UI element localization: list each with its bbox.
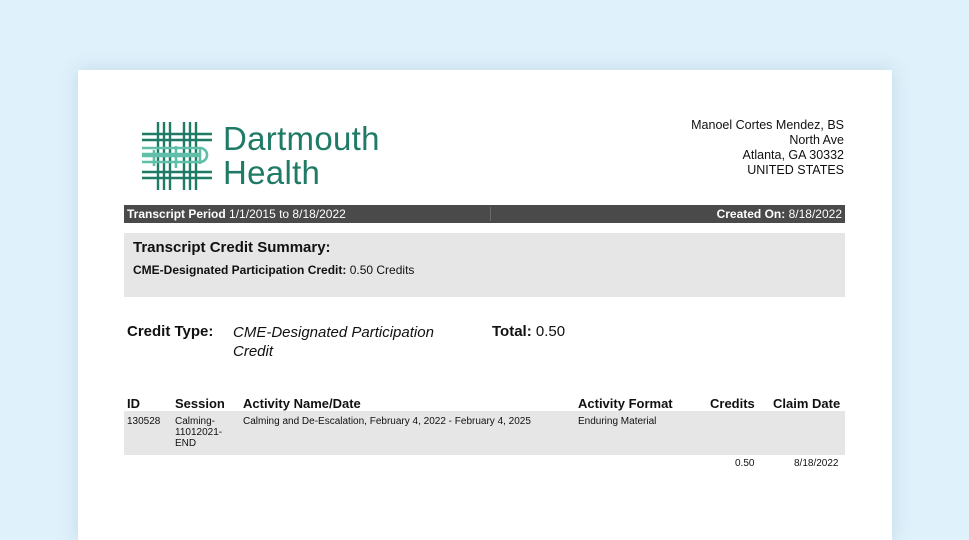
transcript-document: Dartmouth Health Manoel Cortes Mendez, B… bbox=[78, 70, 892, 540]
row-activity: Calming and De-Escalation, February 4, 2… bbox=[243, 416, 531, 427]
credit-type-value: CME-Designated Participation Credit bbox=[233, 324, 434, 360]
col-header-claim-date: Claim Date bbox=[773, 396, 841, 411]
address-country: UNITED STATES bbox=[747, 163, 844, 177]
created-info: Created On: 8/18/2022 bbox=[717, 205, 842, 223]
created-label: Created On: bbox=[716, 207, 786, 221]
bar-divider bbox=[490, 207, 491, 221]
total-value: 0.50 bbox=[535, 323, 566, 340]
summary-credit-line: CME-Designated Participation Credit: 0.5… bbox=[133, 263, 414, 277]
logo-line-1: Dartmouth bbox=[223, 120, 380, 157]
col-header-credits: Credits bbox=[710, 396, 755, 411]
logo-wordmark: Dartmouth Health bbox=[223, 122, 380, 190]
recipient-address: Manoel Cortes Mendez, BS North Ave Atlan… bbox=[691, 118, 844, 178]
address-street: North Ave bbox=[789, 133, 844, 147]
col-header-format: Activity Format bbox=[578, 396, 673, 411]
transcript-period-bar: Transcript Period 1/1/2015 to 8/18/2022 … bbox=[124, 205, 845, 223]
address-name: Manoel Cortes Mendez, BS bbox=[691, 118, 844, 132]
col-header-session: Session bbox=[175, 396, 225, 411]
total-claim-date: 8/18/2022 bbox=[794, 458, 839, 469]
credit-summary-box: Transcript Credit Summary: CME-Designate… bbox=[124, 233, 845, 297]
credit-type-label: Credit Type: bbox=[127, 323, 214, 340]
row-session-line-2: 11012021- bbox=[175, 427, 223, 438]
period-range: 1/1/2015 to 8/18/2022 bbox=[229, 207, 346, 221]
row-id: 130528 bbox=[127, 416, 161, 427]
total-label: Total: bbox=[492, 323, 532, 340]
row-session-line-3: END bbox=[175, 438, 197, 449]
logo-line-2: Health bbox=[223, 154, 321, 191]
row-session-line-1: Calming- bbox=[175, 416, 216, 427]
row-session: Calming- 11012021- END bbox=[175, 416, 222, 449]
credit-total: Total: 0.50 bbox=[492, 323, 565, 340]
row-format: Enduring Material bbox=[578, 416, 657, 427]
col-header-activity: Activity Name/Date bbox=[243, 396, 361, 411]
summary-title: Transcript Credit Summary: bbox=[133, 239, 331, 256]
summary-credit-label: CME-Designated Participation Credit: bbox=[133, 263, 347, 277]
period-label: Transcript Period bbox=[127, 207, 226, 221]
total-credits-value: 0.50 bbox=[735, 458, 755, 469]
address-city: Atlanta, GA 30332 bbox=[742, 148, 844, 162]
summary-credit-value: 0.50 Credits bbox=[349, 263, 415, 277]
col-header-id: ID bbox=[127, 396, 140, 411]
created-date: 8/18/2022 bbox=[788, 207, 842, 221]
period-info: Transcript Period 1/1/2015 to 8/18/2022 bbox=[127, 205, 346, 223]
